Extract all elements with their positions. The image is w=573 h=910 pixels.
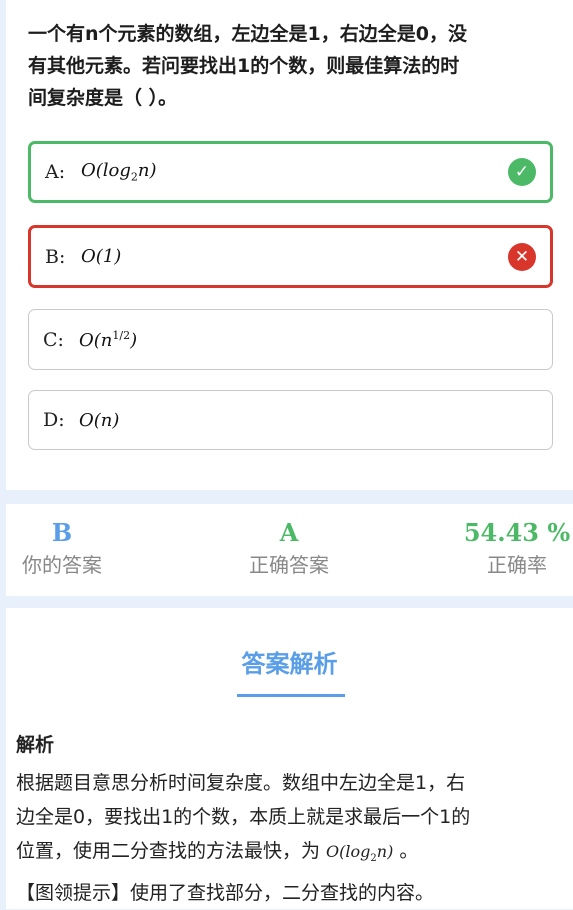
analysis-subheading: 解析: [16, 734, 55, 756]
analysis-line: 边全是0，要找出1的个数，本质上就是求最后一个1的: [16, 806, 471, 828]
analysis-formula: O(log2n): [326, 842, 394, 865]
x-icon: ✕: [508, 242, 536, 271]
analysis-line: 位置，使用二分查找的方法最快，为 O(log2n) 。: [16, 840, 419, 865]
option-letter: A:: [45, 161, 66, 183]
question-title: 一个有n个元素的数组，左边全是1，右边全是0，没 有其他元素。若问要找出1的个数…: [28, 18, 551, 114]
question-card: 一个有n个元素的数组，左边全是1，右边全是0，没 有其他元素。若问要找出1的个数…: [6, 0, 573, 490]
option-formula: O(n1/2): [79, 328, 138, 351]
correct-answer-label: 正确答案: [249, 553, 329, 577]
option-c[interactable]: C: O(n1/2): [28, 309, 553, 370]
option-formula: O(1): [81, 246, 122, 267]
option-formula: O(n): [79, 409, 120, 431]
your-answer-stat: B 你的答案: [6, 518, 118, 582]
check-icon: ✓: [508, 158, 536, 186]
option-letter: D:: [43, 409, 65, 431]
option-d[interactable]: D: O(n): [28, 390, 553, 450]
analysis-body: 根据题目意思分析时间复杂度。数组中左边全是1，右 边全是0，要找出1的个数，本质…: [16, 766, 566, 910]
correct-answer-stat: A 正确答案: [228, 518, 350, 582]
option-formula: O(log2n): [81, 160, 157, 184]
analysis-card: 答案解析 解析 根据题目意思分析时间复杂度。数组中左边全是1，右 边全是0，要找…: [6, 608, 573, 909]
accuracy-label: 正确率: [487, 553, 547, 577]
accuracy-stat: 54.43 % 正确率: [461, 518, 573, 582]
your-answer-value: B: [51, 518, 73, 547]
your-answer-label: 你的答案: [22, 553, 102, 577]
analysis-line: 根据题目意思分析时间复杂度。数组中左边全是1，右: [16, 772, 466, 794]
option-letter: B:: [45, 245, 66, 268]
correct-answer-value: A: [279, 518, 299, 547]
analysis-heading: 答案解析: [241, 650, 338, 678]
question-title-line: 有其他元素。若问要找出1的个数，则最佳算法的时: [28, 55, 460, 77]
heading-underline: [237, 694, 345, 697]
accuracy-value: 54.43 %: [463, 518, 571, 547]
option-b[interactable]: B: O(1) ✕: [28, 225, 553, 288]
option-a[interactable]: A: O(log2n) ✓: [28, 141, 553, 203]
option-letter: C:: [43, 328, 64, 351]
question-title-line: 间复杂度是（ ）。: [28, 87, 178, 109]
question-title-line: 一个有n个元素的数组，左边全是1，右边全是0，没: [28, 23, 467, 45]
stats-card: B 你的答案 A 正确答案 54.43 % 正确率: [6, 504, 573, 596]
analysis-line: 【图领提示】使用了查找部分，二分查找的内容。: [16, 882, 435, 905]
